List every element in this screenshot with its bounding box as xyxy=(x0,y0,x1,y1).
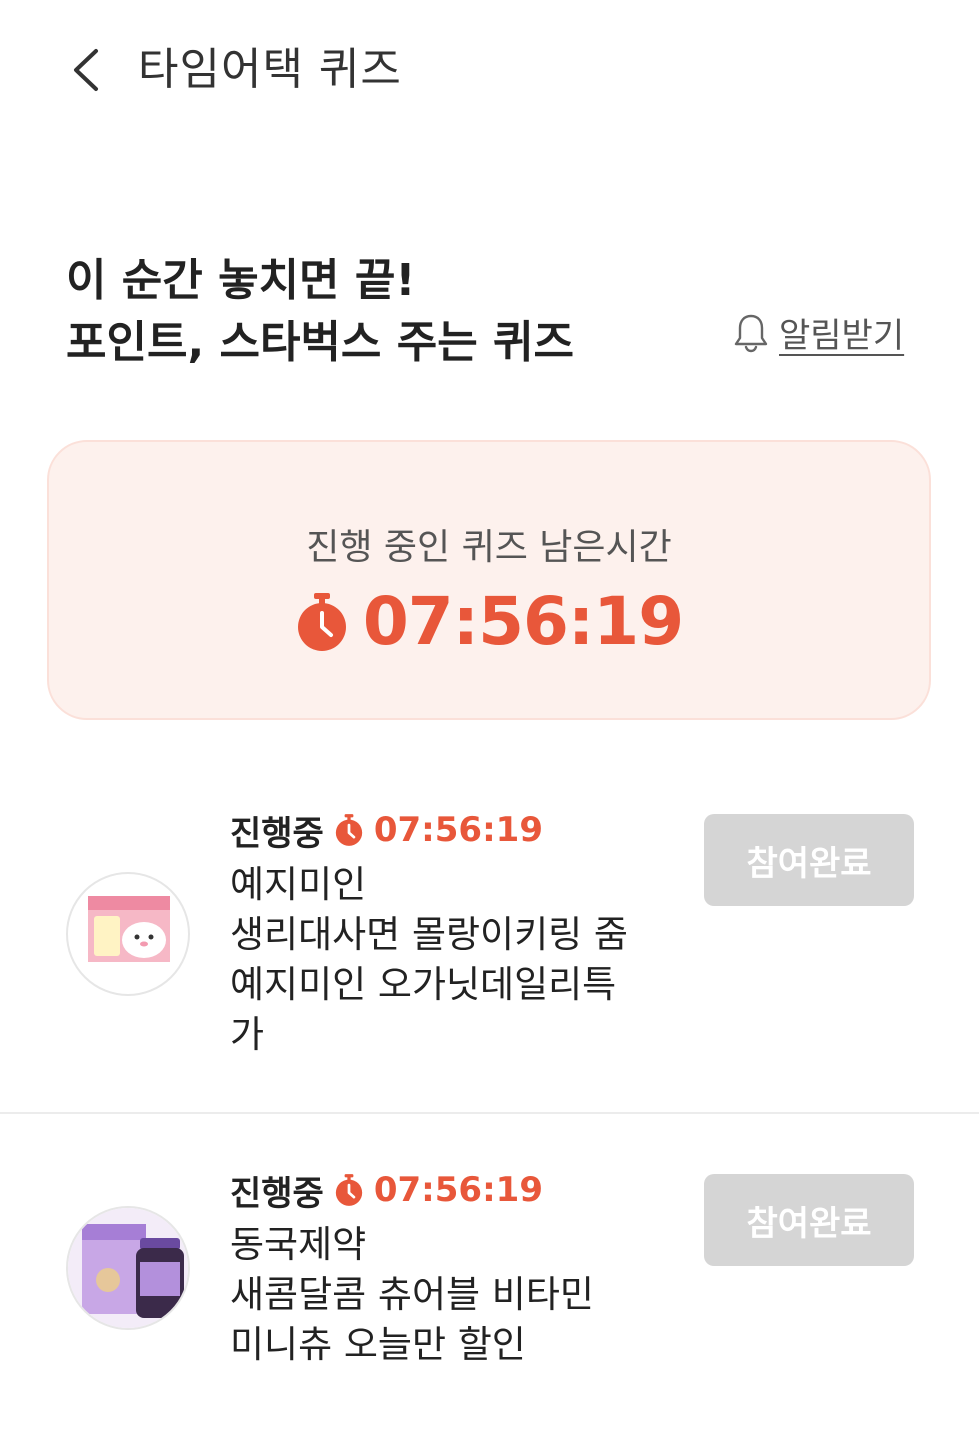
participation-complete-button[interactable]: 참여완료 xyxy=(704,1174,914,1266)
chevron-left-icon xyxy=(74,49,98,91)
stopwatch-icon xyxy=(335,814,363,846)
headline-line-1: 이 순간 놓치면 끝! xyxy=(66,255,416,306)
quiz-item-body: 진행중 07:56:19 예지미인 생리대사면 몰랑이키링 줌 예지미인 오가닛… xyxy=(230,808,670,1060)
timer-row: 07:56:19 xyxy=(49,582,929,662)
quiz-item[interactable]: 진행중 07:56:19 동국제약 새콤달콤 츄어블 비타민 미니츄 오늘만 할… xyxy=(0,1160,979,1440)
remaining-time-card: 진행 중인 퀴즈 남은시간 07:56:19 xyxy=(47,440,931,720)
timer-caption: 진행 중인 퀴즈 남은시간 xyxy=(306,527,672,568)
title-line: 동국제약 xyxy=(230,1223,367,1266)
headline-line-2: 포인트, 스타벅스 주는 퀴즈 xyxy=(66,317,574,368)
header: 타임어택 퀴즈 xyxy=(0,0,979,140)
stopwatch-icon xyxy=(297,593,346,651)
status-line: 진행중 07:56:19 xyxy=(230,808,670,854)
title-line: 새콤달콤 츄어블 비타민 xyxy=(230,1273,594,1316)
title-line: 예지미인 xyxy=(230,863,367,906)
headline: 이 순간 놓치면 끝! 포인트, 스타벅스 주는 퀴즈 xyxy=(66,250,574,374)
status-label: 진행중 xyxy=(230,1173,324,1214)
status-timer: 07:56:19 xyxy=(373,1170,543,1210)
quiz-item-title: 동국제약 새콤달콤 츄어블 비타민 미니츄 오늘만 할인 xyxy=(230,1220,670,1370)
quiz-item-body: 진행중 07:56:19 동국제약 새콤달콤 츄어블 비타민 미니츄 오늘만 할… xyxy=(230,1168,670,1370)
quiz-item[interactable]: 진행중 07:56:19 예지미인 생리대사면 몰랑이키링 줌 예지미인 오가닛… xyxy=(0,800,979,1114)
stopwatch-icon xyxy=(335,1174,363,1206)
status-label: 진행중 xyxy=(230,813,324,854)
bell-icon xyxy=(734,314,768,352)
product-thumbnail xyxy=(66,1206,190,1330)
product-thumbnail xyxy=(66,872,190,996)
title-line: 생리대사면 몰랑이키링 줌 xyxy=(230,913,628,956)
title-line: 예지미인 오가닛데일리특 xyxy=(230,963,617,1006)
quiz-item-title: 예지미인 생리대사면 몰랑이키링 줌 예지미인 오가닛데일리특 가 xyxy=(230,860,670,1060)
remaining-time: 07:56:19 xyxy=(362,583,684,660)
back-button[interactable] xyxy=(56,40,116,100)
alarm-label: 알림받기 xyxy=(779,316,905,356)
alarm-subscribe-link[interactable]: 알림받기 xyxy=(733,308,904,357)
status-timer: 07:56:19 xyxy=(373,810,543,850)
status-line: 진행중 07:56:19 xyxy=(230,1168,670,1214)
title-line: 미니츄 오늘만 할인 xyxy=(230,1323,526,1366)
participation-complete-button[interactable]: 참여완료 xyxy=(704,814,914,906)
title-line: 가 xyxy=(230,1013,265,1056)
page-title: 타임어택 퀴즈 xyxy=(138,44,402,95)
